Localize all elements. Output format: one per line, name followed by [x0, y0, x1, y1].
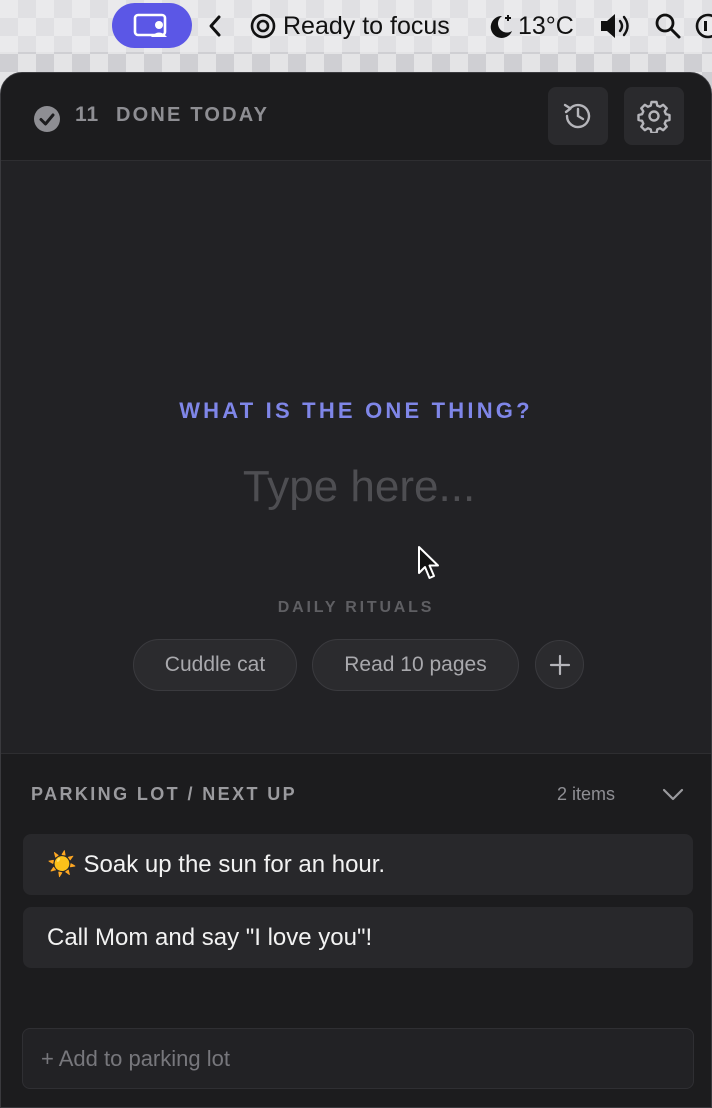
- focus-target-icon: [250, 13, 276, 39]
- ritual-chip[interactable]: Cuddle cat: [133, 639, 297, 691]
- ritual-chip[interactable]: Read 10 pages: [312, 639, 519, 691]
- chevron-left-icon: [209, 15, 221, 37]
- focus-title: WHAT IS THE ONE THING?: [179, 398, 533, 423]
- parking-lot-section: PARKING LOT / NEXT UP 2 items ☀️ Soak up…: [1, 753, 711, 1107]
- chevron-down-icon[interactable]: [661, 784, 685, 804]
- moon-weather-icon: [490, 15, 512, 38]
- checkmark-circle-icon: [34, 106, 60, 132]
- search-icon: [655, 13, 681, 39]
- done-label: DONE TODAY: [116, 104, 270, 126]
- settings-button[interactable]: [624, 87, 684, 145]
- add-ritual-button[interactable]: [535, 640, 584, 689]
- panel-header: 11 DONE TODAY: [1, 73, 711, 161]
- screen-share-icon: [133, 13, 167, 37]
- menu-bar: Ready to focus 13°C: [0, 0, 712, 52]
- mouse-pointer-icon: [418, 546, 439, 579]
- focus-section: WHAT IS THE ONE THING? DAILY RITUALS Cud…: [1, 161, 711, 753]
- weather-item[interactable]: 13°C: [486, 0, 574, 52]
- done-count: 11: [75, 103, 100, 126]
- weather-temperature: 13°C: [518, 11, 574, 40]
- volume-button[interactable]: [598, 0, 636, 52]
- focus-status-item[interactable]: Ready to focus: [249, 0, 450, 52]
- plus-icon: [549, 654, 570, 675]
- parking-lot-count: 2 items: [557, 784, 616, 804]
- record-button[interactable]: [694, 0, 712, 52]
- parking-lot-item[interactable]: ☀️ Soak up the sun for an hour.: [23, 834, 693, 895]
- one-thing-input[interactable]: [107, 451, 611, 523]
- record-icon: [695, 13, 712, 39]
- volume-icon: [601, 14, 629, 38]
- gear-icon: [637, 100, 671, 133]
- focus-status-text: Ready to focus: [283, 11, 450, 40]
- history-icon: [563, 103, 591, 129]
- focus-app-panel: 11 DONE TODAY WHAT IS THE ONE THING? DAI…: [0, 72, 712, 1108]
- parking-lot-item[interactable]: Call Mom and say "I love you"!: [23, 907, 693, 968]
- parking-lot-title: PARKING LOT / NEXT UP: [31, 784, 298, 804]
- screen-share-button[interactable]: [112, 3, 192, 48]
- history-button[interactable]: [548, 87, 608, 145]
- search-button[interactable]: [654, 0, 682, 52]
- add-to-parking-lot-field[interactable]: [22, 1028, 694, 1089]
- daily-rituals-label: DAILY RITUALS: [277, 599, 435, 616]
- chevron-left-button[interactable]: [208, 0, 222, 52]
- add-to-parking-lot-input[interactable]: [39, 1044, 693, 1073]
